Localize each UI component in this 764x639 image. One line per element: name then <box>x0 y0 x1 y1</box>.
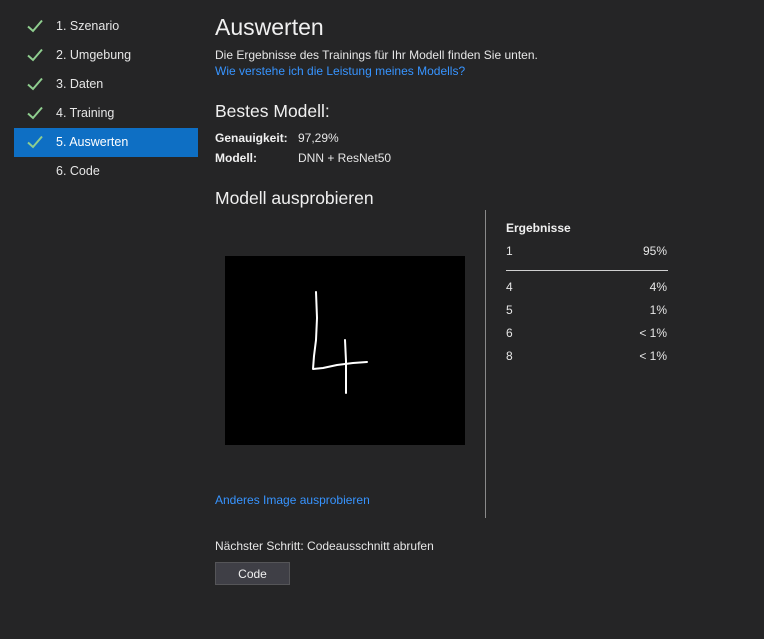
next-step-text: Nächster Schritt: Codeausschnitt abrufen <box>215 539 434 553</box>
result-percent: 1% <box>649 303 667 317</box>
result-row: 4 4% <box>506 276 671 299</box>
handwritten-digit-image <box>312 291 368 394</box>
checkmark-icon <box>27 48 43 62</box>
wizard-sidebar: 1. Szenario 2. Umgebung 3. Daten 4. Trai… <box>14 12 198 186</box>
best-model-heading: Bestes Modell: <box>215 101 330 121</box>
result-class: 4 <box>506 280 513 294</box>
sidebar-item-label: 6. Code <box>56 164 100 178</box>
result-percent: < 1% <box>639 349 667 363</box>
checkmark-icon <box>27 135 43 149</box>
accuracy-row: Genauigkeit: 97,29% <box>215 131 339 145</box>
model-label: Modell: <box>215 151 257 165</box>
help-link[interactable]: Wie verstehe ich die Leistung meines Mod… <box>215 64 465 78</box>
sidebar-item-label: 2. Umgebung <box>56 48 132 62</box>
divider <box>485 210 486 518</box>
results-separator <box>506 270 668 271</box>
try-model-heading: Modell ausprobieren <box>215 188 374 208</box>
result-class: 5 <box>506 303 513 317</box>
sidebar-item-auswerten[interactable]: 5. Auswerten <box>14 128 198 157</box>
sidebar-item-label: 3. Daten <box>56 77 104 91</box>
sidebar-item-training[interactable]: 4. Training <box>14 99 198 128</box>
code-button[interactable]: Code <box>215 562 290 585</box>
model-value: DNN + ResNet50 <box>298 151 392 165</box>
checkmark-icon <box>27 77 43 91</box>
sidebar-item-szenario[interactable]: 1. Szenario <box>14 12 198 41</box>
results-header: Ergebnisse <box>506 221 571 235</box>
try-other-image-link[interactable]: Anderes Image ausprobieren <box>215 493 370 507</box>
result-percent: 95% <box>642 244 667 258</box>
accuracy-label: Genauigkeit: <box>215 131 288 145</box>
result-row: 8 < 1% <box>506 345 671 368</box>
result-percent: < 1% <box>639 326 667 340</box>
checkmark-icon <box>27 19 43 33</box>
result-class: 8 <box>506 349 513 363</box>
sidebar-item-daten[interactable]: 3. Daten <box>14 70 198 99</box>
sidebar-item-label: 5. Auswerten <box>56 135 129 149</box>
result-percent: 4% <box>649 280 667 294</box>
page-title: Auswerten <box>215 14 324 40</box>
result-class: 6 <box>506 326 513 340</box>
sidebar-item-umgebung[interactable]: 2. Umgebung <box>14 41 198 70</box>
results-panel: Ergebnisse 1 95% 4 4% 5 1% 6 < 1% 8 < 1% <box>506 220 671 368</box>
intro-text: Die Ergebnisse des Trainings für Ihr Mod… <box>215 48 538 62</box>
drawing-canvas[interactable] <box>225 256 465 445</box>
result-class: 1 <box>506 244 513 258</box>
checkmark-icon <box>27 106 43 120</box>
sidebar-item-label: 4. Training <box>56 106 115 120</box>
result-row-top: 1 95% <box>506 240 671 263</box>
sidebar-item-label: 1. Szenario <box>56 19 120 33</box>
result-row: 6 < 1% <box>506 322 671 345</box>
sidebar-item-code[interactable]: 6. Code <box>14 157 198 186</box>
accuracy-value: 97,29% <box>298 131 339 145</box>
result-row: 5 1% <box>506 299 671 322</box>
model-row: Modell: DNN + ResNet50 <box>215 151 391 165</box>
